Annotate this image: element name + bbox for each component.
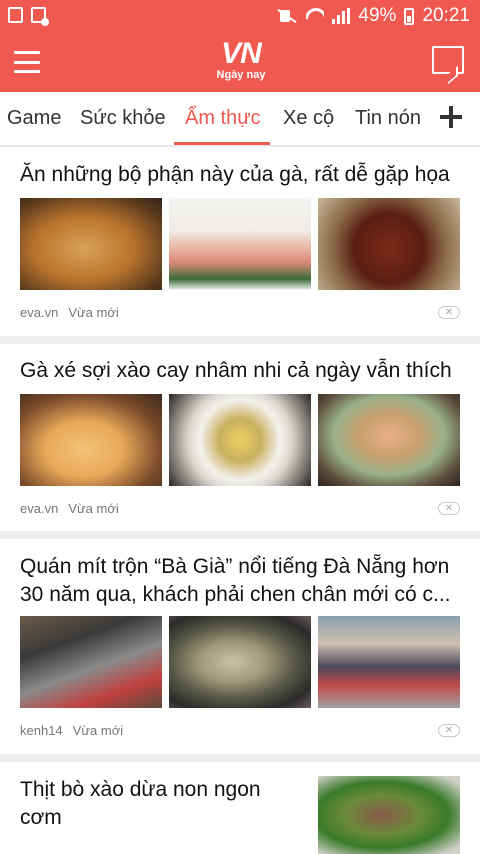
article-thumbnail[interactable] — [169, 198, 311, 290]
article-meta: kenh14 Vừa mới — [20, 723, 123, 738]
article-source: eva.vn — [20, 501, 59, 516]
article-thumbnail[interactable] — [318, 394, 460, 486]
divider — [0, 336, 480, 344]
article-time: Vừa mới — [68, 501, 119, 516]
app-logo[interactable]: VN Ngày nay — [201, 39, 281, 82]
tab-suc-khoe[interactable]: Sức khỏe — [80, 107, 166, 130]
logo-subtitle: Ngày nay — [216, 69, 266, 81]
status-bar: 49% 20:21 — [0, 0, 480, 33]
article-thumbnail[interactable] — [318, 776, 460, 854]
article-title[interactable]: Quán mít trộn “Bà Già” nổi tiếng Đà Nẵng… — [20, 553, 466, 611]
article-title[interactable]: Thịt bò xào dừa non ngon cơm — [20, 776, 290, 834]
category-tabs: Game Sức khỏe Ẩm thực Xe cộ Tin nón — [0, 92, 480, 146]
article-title[interactable]: Ăn những bộ phận này của gà, rất dễ gặp … — [20, 161, 466, 191]
tab-tin-non[interactable]: Tin nón — [355, 107, 421, 130]
article-thumbnail[interactable] — [169, 394, 311, 486]
image-icon — [8, 7, 23, 23]
dismiss-button[interactable]: ✕ — [438, 306, 460, 319]
article-thumbnail[interactable] — [318, 616, 460, 708]
chat-icon[interactable] — [432, 46, 464, 74]
article-meta: eva.vn Vừa mới — [20, 305, 119, 320]
tab-game[interactable]: Game — [7, 107, 61, 130]
tab-am-thuc[interactable]: Ẩm thực — [185, 107, 261, 130]
document-icon — [31, 7, 49, 26]
battery-icon — [404, 7, 415, 25]
article-source: kenh14 — [20, 723, 63, 738]
article-thumbnail[interactable] — [20, 198, 162, 290]
article-thumbnail[interactable] — [169, 616, 311, 708]
add-icon[interactable] — [440, 106, 462, 128]
clock: 20:21 — [422, 5, 470, 26]
divider — [0, 531, 480, 539]
dismiss-button[interactable]: ✕ — [438, 502, 460, 515]
article-thumbnail[interactable] — [20, 394, 162, 486]
article-time: Vừa mới — [72, 723, 124, 738]
wifi-icon — [306, 8, 324, 24]
divider — [0, 754, 480, 762]
menu-icon[interactable] — [14, 51, 40, 73]
article-meta: eva.vn Vừa mới — [20, 501, 119, 516]
article-thumbnail[interactable] — [318, 198, 460, 290]
article-title[interactable]: Gà xé sợi xào cay nhâm nhi cả ngày vẫn t… — [20, 357, 466, 387]
dismiss-button[interactable]: ✕ — [438, 724, 460, 737]
tab-xe-co[interactable]: Xe cộ — [283, 107, 334, 130]
logo-text: VN — [221, 37, 262, 70]
article-time: Vừa mới — [68, 305, 119, 320]
mute-icon — [276, 8, 298, 24]
battery-percent: 49% — [358, 5, 397, 26]
app-header: VN Ngày nay — [0, 33, 480, 92]
article-source: eva.vn — [20, 305, 59, 320]
article-thumbnail[interactable] — [20, 616, 162, 708]
signal-icon — [332, 8, 351, 24]
active-tab-indicator — [174, 142, 270, 145]
